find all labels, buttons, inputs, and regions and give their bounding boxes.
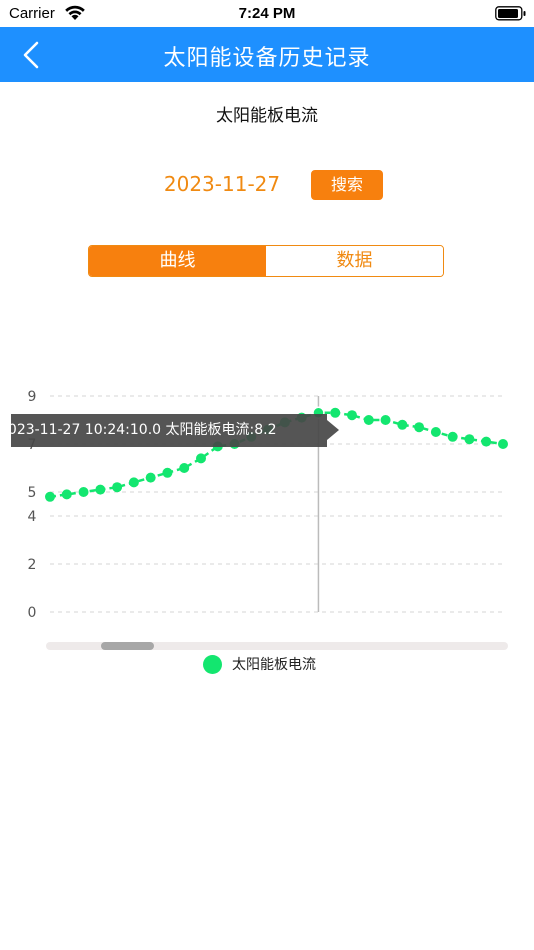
chart-scrollbar-thumb[interactable] bbox=[101, 642, 154, 650]
data-point[interactable] bbox=[78, 487, 89, 497]
status-bar: Carrier 7:24 PM bbox=[0, 0, 534, 27]
view-segmented-control: 曲线 数据 bbox=[88, 245, 444, 277]
date-picker[interactable]: 2023-11-27 bbox=[152, 172, 292, 196]
chart-scrollbar[interactable] bbox=[46, 642, 508, 650]
data-point[interactable] bbox=[464, 434, 475, 445]
data-point[interactable] bbox=[481, 436, 492, 447]
chart-title: 太阳能板电流 bbox=[216, 106, 318, 126]
data-point[interactable] bbox=[112, 482, 123, 493]
data-point[interactable] bbox=[179, 463, 190, 473]
tab-data[interactable]: 数据 bbox=[266, 246, 443, 276]
data-point[interactable] bbox=[95, 484, 106, 495]
data-point[interactable] bbox=[45, 491, 55, 502]
tab-curve[interactable]: 曲线 bbox=[89, 246, 266, 276]
data-point[interactable] bbox=[128, 477, 139, 488]
data-point[interactable] bbox=[347, 410, 357, 421]
data-point[interactable] bbox=[430, 427, 441, 437]
data-point[interactable] bbox=[196, 453, 206, 464]
y-tick-label: 0 bbox=[28, 605, 37, 621]
tooltip-pointer bbox=[327, 420, 339, 440]
legend-label: 太阳能板电流 bbox=[232, 657, 316, 673]
search-button[interactable]: 搜索 bbox=[311, 170, 383, 200]
data-point[interactable] bbox=[145, 472, 156, 483]
y-tick-label: 5 bbox=[28, 485, 37, 501]
y-tick-label: 4 bbox=[28, 509, 37, 525]
data-point[interactable] bbox=[498, 439, 508, 449]
tooltip-text: 2023-11-27 10:24:10.0 太阳能板电流:8.2 bbox=[11, 422, 277, 438]
chart-legend[interactable]: 太阳能板电流 bbox=[203, 654, 316, 674]
data-point[interactable] bbox=[414, 422, 425, 433]
clock: 7:24 PM bbox=[238, 5, 296, 22]
data-point[interactable] bbox=[380, 415, 391, 425]
data-point[interactable] bbox=[447, 431, 458, 442]
data-point[interactable] bbox=[363, 415, 374, 425]
legend-marker bbox=[203, 654, 222, 674]
battery-icon bbox=[495, 6, 526, 21]
y-tick-label: 2 bbox=[28, 557, 37, 573]
data-point[interactable] bbox=[162, 467, 173, 478]
data-point[interactable] bbox=[397, 419, 408, 430]
data-point[interactable] bbox=[330, 407, 341, 418]
page-title: 太阳能设备历史记录 bbox=[163, 46, 371, 71]
data-point[interactable] bbox=[61, 489, 72, 500]
nav-bar: 太阳能设备历史记录 bbox=[0, 27, 534, 82]
chart-tooltip: 2023-11-27 10:24:10.0 太阳能板电流:8.2 bbox=[11, 414, 327, 447]
y-tick-label: 9 bbox=[28, 389, 37, 405]
